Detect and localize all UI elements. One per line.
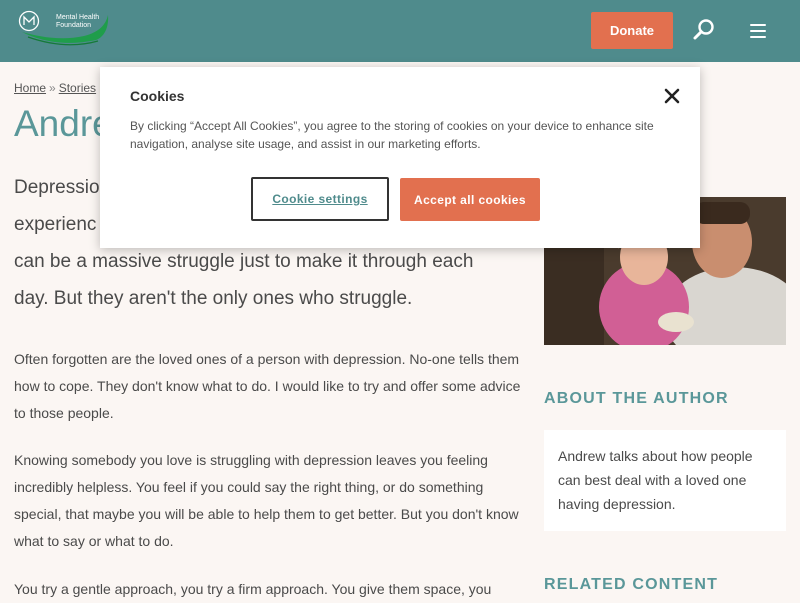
- close-icon: [664, 88, 680, 104]
- article-paragraph: Knowing somebody you love is struggling …: [14, 452, 519, 549]
- about-author-heading: ABOUT THE AUTHOR: [544, 390, 729, 407]
- intro-line: can be a massive struggle just to make i…: [14, 251, 474, 272]
- cookie-consent-modal: Cookies By clicking “Accept All Cookies”…: [100, 67, 700, 248]
- breadcrumb: Home» Stories: [14, 81, 96, 95]
- cookie-settings-button[interactable]: Cookie settings: [251, 177, 389, 221]
- article-paragraph: You try a gentle approach, you try a fir…: [14, 581, 492, 597]
- cookie-close-button[interactable]: [660, 84, 684, 108]
- logo-text: Mental Health Foundation: [56, 14, 99, 30]
- about-author-text: Andrew talks about how people can best d…: [558, 448, 753, 512]
- cookie-modal-title: Cookies: [130, 88, 185, 104]
- page-title: Andre: [14, 103, 113, 144]
- hamburger-menu-icon-bar: [750, 30, 766, 32]
- about-author-box: Andrew talks about how people can best d…: [544, 430, 786, 531]
- breadcrumb-stories-link[interactable]: Stories: [59, 81, 96, 95]
- article-paragraph: Often forgotten are the loved ones of a …: [14, 351, 521, 421]
- mental-health-foundation-logo[interactable]: Mental Health Foundation: [18, 10, 110, 50]
- site-header: Mental Health Foundation Donate: [0, 0, 800, 62]
- logo-line-1: Mental Health: [56, 14, 100, 21]
- hamburger-menu-icon-bar: [750, 24, 766, 26]
- accept-all-cookies-button[interactable]: Accept all cookies: [400, 178, 540, 221]
- breadcrumb-separator: »: [49, 81, 56, 95]
- donate-button[interactable]: Donate: [591, 12, 673, 49]
- hamburger-menu-icon-bar: [750, 36, 766, 38]
- intro-line: day. But they aren't the only ones who s…: [14, 288, 413, 309]
- hamburger-menu-button[interactable]: [750, 24, 768, 38]
- related-content-heading: RELATED CONTENT: [544, 576, 719, 593]
- cookie-modal-body: By clicking “Accept All Cookies”, you ag…: [130, 119, 654, 151]
- search-button[interactable]: [692, 18, 716, 42]
- logo-line-2: Foundation: [56, 22, 92, 29]
- breadcrumb-home-link[interactable]: Home: [14, 81, 46, 95]
- search-icon: [693, 19, 714, 40]
